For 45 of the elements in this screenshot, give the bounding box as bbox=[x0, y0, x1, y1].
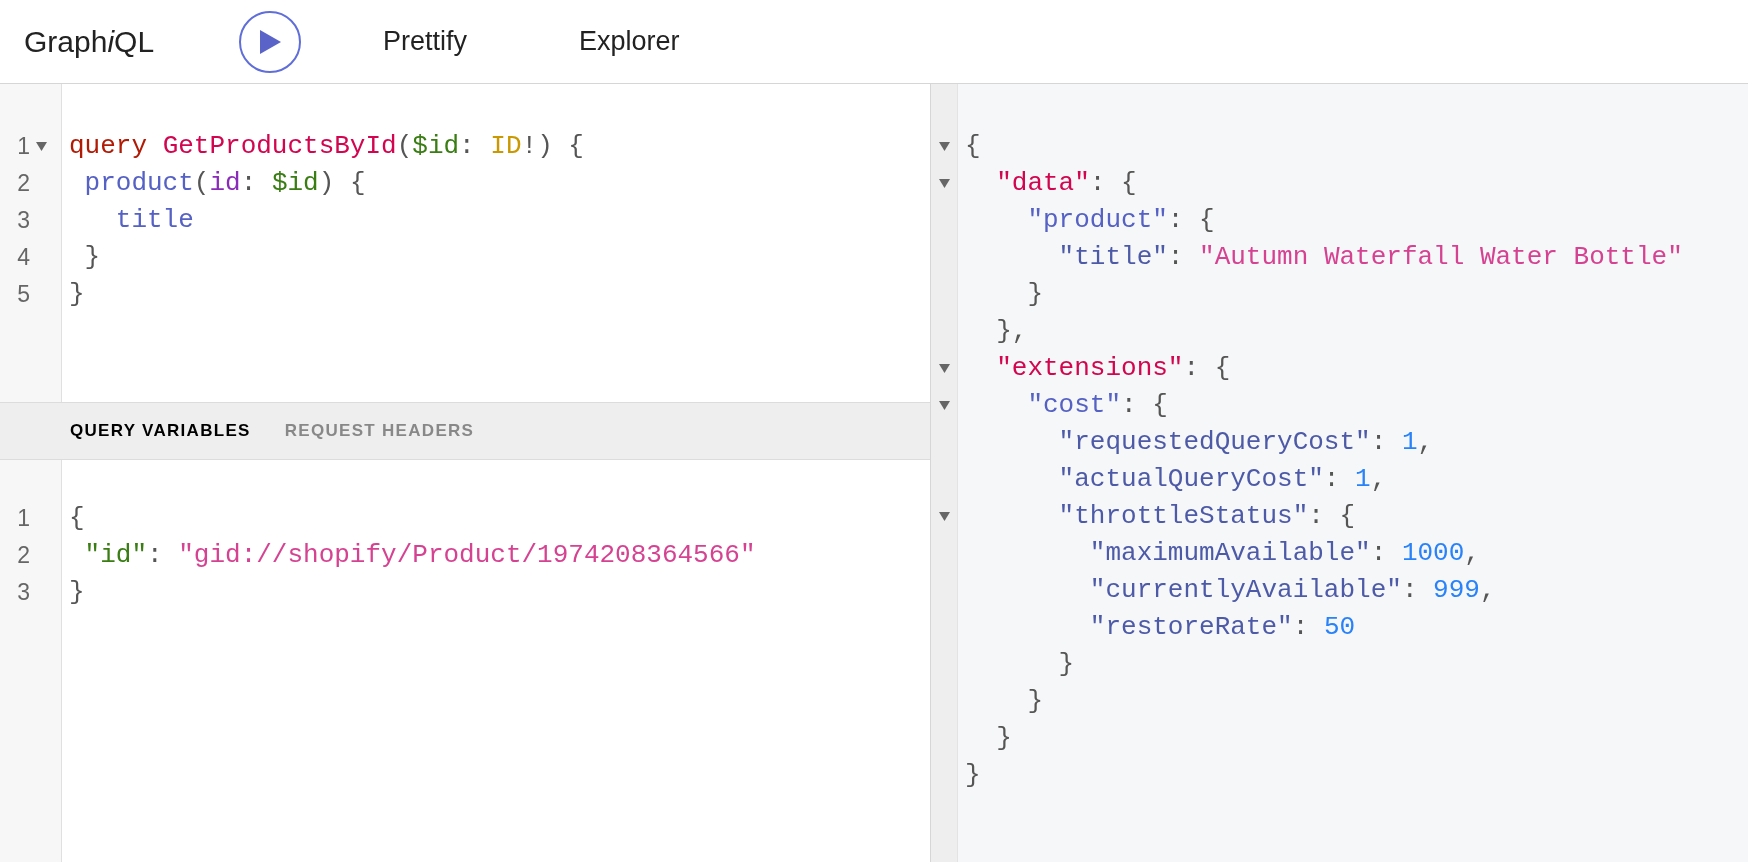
code-line: } bbox=[83, 241, 102, 274]
code-line: } bbox=[69, 576, 86, 609]
code-line: } bbox=[1026, 278, 1044, 311]
code-line: "restoreRate": 50 bbox=[1088, 611, 1357, 644]
code-line: }, bbox=[995, 315, 1029, 348]
code-line: "data": { bbox=[995, 167, 1138, 200]
line-number: 3 bbox=[16, 578, 30, 607]
fold-arrow-icon[interactable] bbox=[36, 142, 47, 151]
code-line: title bbox=[114, 204, 195, 237]
code-line: "id": "gid://shopify/Product/1974208364566" bbox=[83, 539, 757, 572]
line-number: 2 bbox=[16, 541, 30, 570]
fold-arrow-icon[interactable] bbox=[938, 364, 950, 373]
fold-arrow-icon[interactable] bbox=[938, 142, 950, 151]
code-line: "throttleStatus": { bbox=[1057, 500, 1357, 533]
play-icon bbox=[258, 28, 282, 55]
line-number: 3 bbox=[16, 206, 30, 235]
code-line: { bbox=[69, 502, 86, 535]
code-line: "product": { bbox=[1026, 204, 1216, 237]
code-line: { bbox=[965, 130, 982, 163]
line-number: 1 bbox=[16, 132, 30, 161]
code-line: product(id: $id) { bbox=[83, 167, 367, 200]
code-line: } bbox=[995, 722, 1013, 755]
code-line: } bbox=[1057, 648, 1076, 681]
code-line: "actualQueryCost": 1, bbox=[1057, 463, 1388, 496]
app-logo: GraphiQL bbox=[24, 24, 156, 60]
toolbar-button[interactable]: Explorer bbox=[579, 21, 680, 62]
code-line: "maximumAvailable": 1000, bbox=[1088, 537, 1481, 570]
fold-arrow-icon[interactable] bbox=[938, 401, 950, 410]
line-number: 4 bbox=[16, 243, 30, 272]
code-line: query GetProductsById($id: ID!) { bbox=[69, 130, 585, 163]
code-line: "extensions": { bbox=[995, 352, 1232, 385]
line-number: 5 bbox=[16, 280, 30, 309]
editor-tab[interactable]: QUERY VARIABLES bbox=[70, 418, 251, 444]
code-line: } bbox=[69, 278, 86, 311]
code-line: "cost": { bbox=[1026, 389, 1169, 422]
code-line: "title": "Autumn Waterfall Water Bottle" bbox=[1057, 241, 1684, 274]
code-line: } bbox=[965, 759, 982, 792]
code-line: "currentlyAvailable": 999, bbox=[1088, 574, 1497, 607]
line-number: 1 bbox=[16, 504, 30, 533]
fold-arrow-icon[interactable] bbox=[938, 512, 950, 521]
code-line: "requestedQueryCost": 1, bbox=[1057, 426, 1435, 459]
toolbar-button[interactable]: Prettify bbox=[383, 21, 468, 62]
line-number: 2 bbox=[16, 169, 30, 198]
fold-arrow-icon[interactable] bbox=[938, 179, 950, 188]
code-line: } bbox=[1026, 685, 1044, 718]
